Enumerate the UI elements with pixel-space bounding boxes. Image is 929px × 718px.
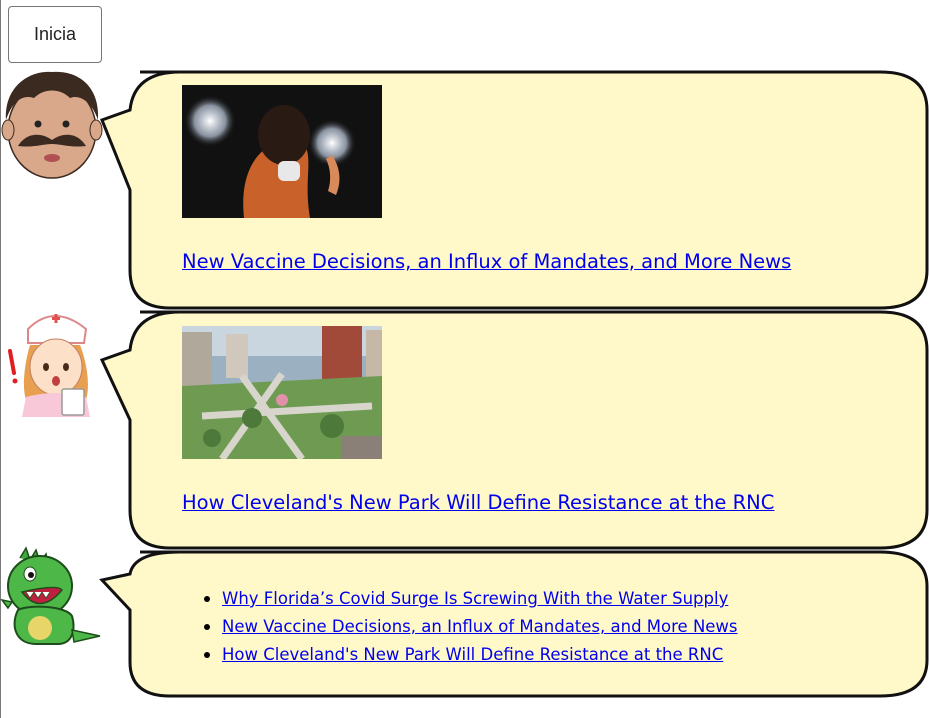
- bullet-icon: [204, 624, 210, 630]
- headlines-list: Why Florida’s Covid Surge Is Screwing Wi…: [100, 585, 738, 669]
- vaccine-article-image[interactable]: [182, 85, 382, 218]
- start-button[interactable]: Inicia: [8, 6, 102, 63]
- bullet-icon: [204, 596, 210, 602]
- nurse-avatar: [0, 305, 104, 417]
- list-link-1[interactable]: Why Florida’s Covid Surge Is Screwing Wi…: [222, 589, 728, 608]
- list-link-3[interactable]: How Cleveland's New Park Will Define Res…: [222, 645, 723, 664]
- bullet-icon: [204, 652, 210, 658]
- headline-link-2[interactable]: How Cleveland's New Park Will Define Res…: [182, 491, 774, 514]
- page: Inicia New Vaccine Decisions, an Influx …: [0, 0, 929, 718]
- list-link-2[interactable]: New Vaccine Decisions, an Influx of Mand…: [222, 617, 738, 636]
- man-mustache-avatar: [0, 68, 104, 180]
- list-item: Why Florida’s Covid Surge Is Screwing Wi…: [200, 585, 738, 613]
- list-item: New Vaccine Decisions, an Influx of Mand…: [200, 613, 738, 641]
- headline-link-1[interactable]: New Vaccine Decisions, an Influx of Mand…: [182, 250, 791, 273]
- green-monster-avatar: [0, 546, 104, 650]
- cleveland-park-image[interactable]: [182, 326, 382, 459]
- list-item: How Cleveland's New Park Will Define Res…: [200, 641, 738, 669]
